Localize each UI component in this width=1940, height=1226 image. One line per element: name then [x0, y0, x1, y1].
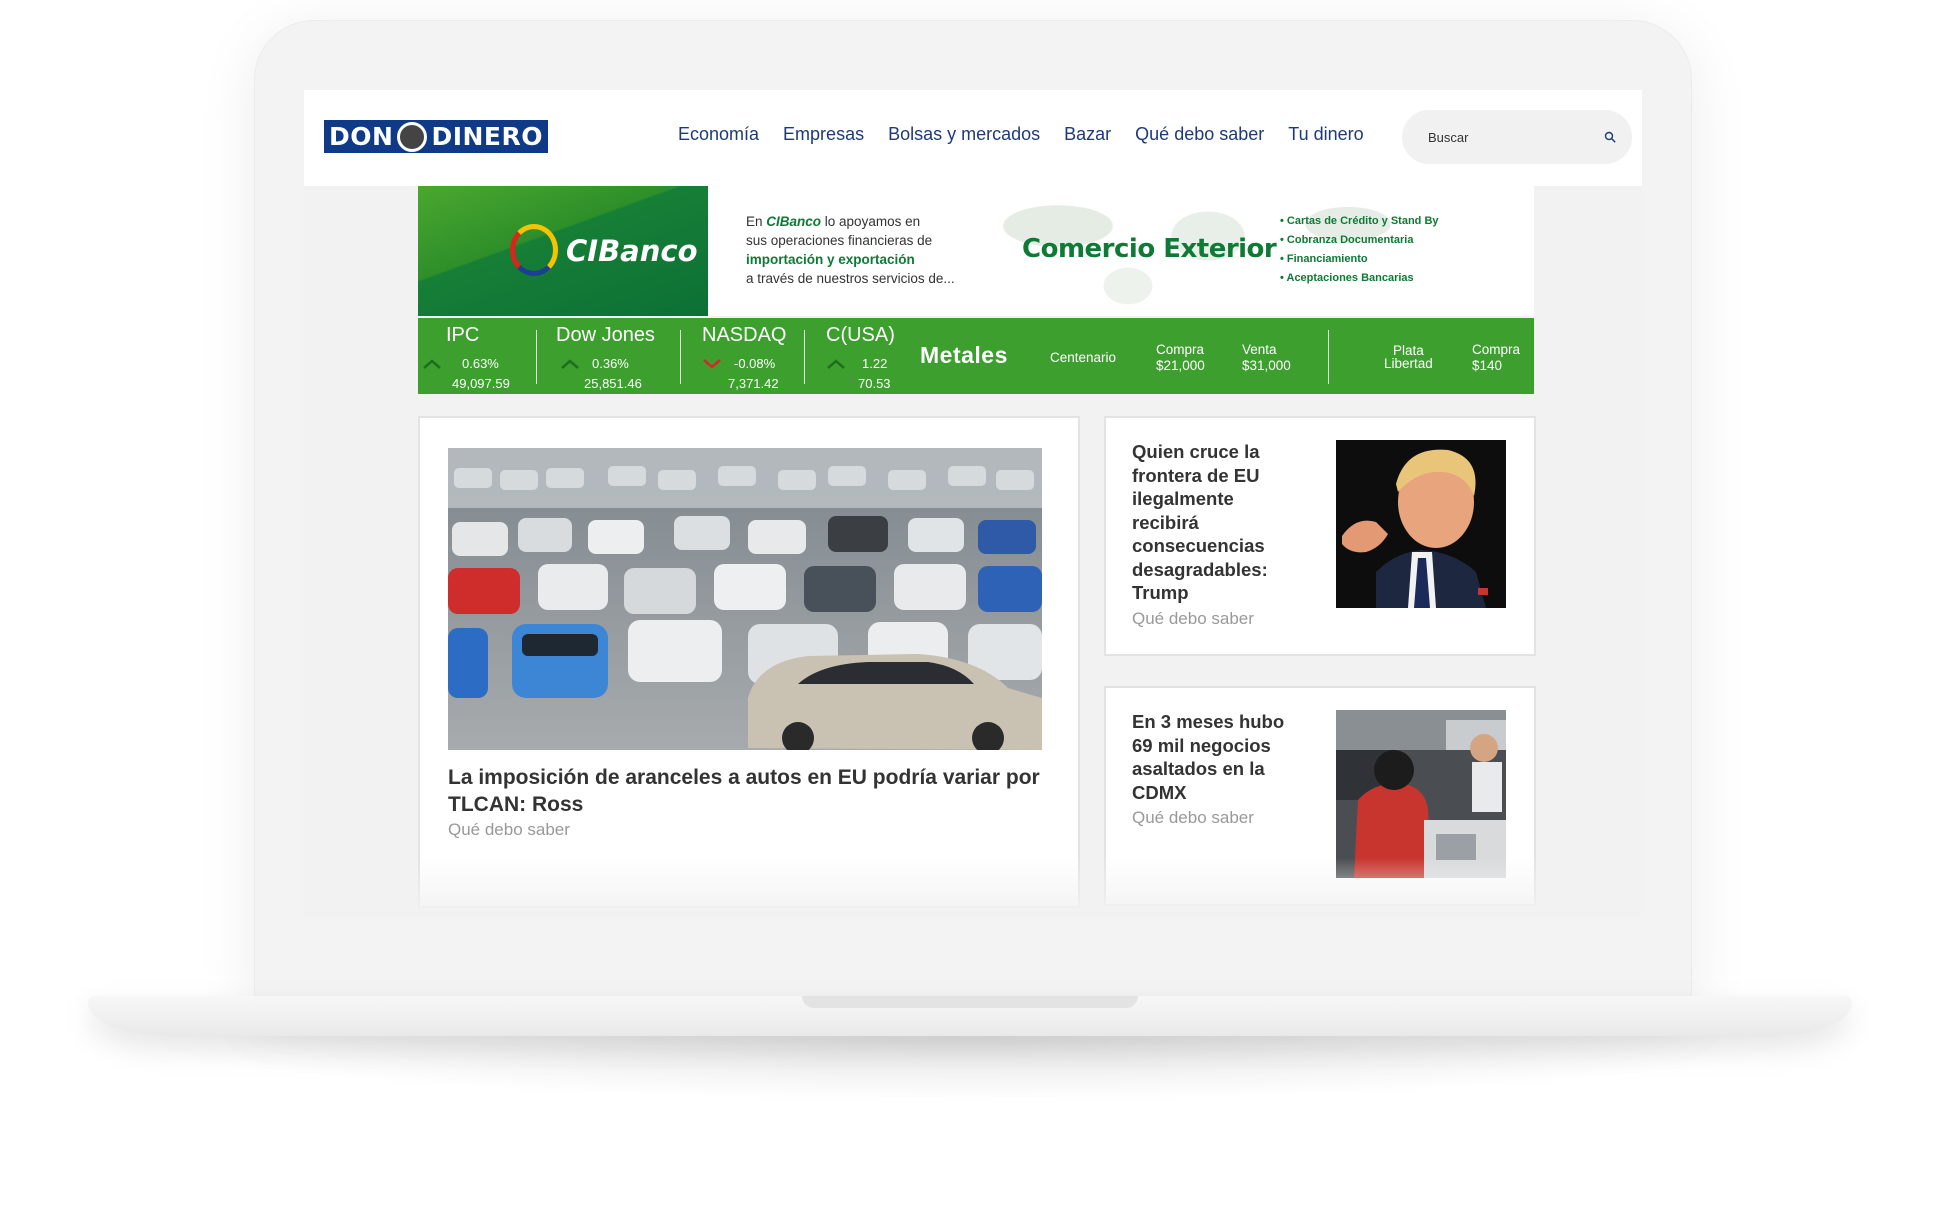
- ad-bullet: • Cobranza Documentaria: [1280, 234, 1414, 246]
- logo-text-left: DON: [329, 122, 394, 151]
- search-input[interactable]: [1428, 129, 1604, 145]
- ticker-separator: [804, 330, 805, 384]
- ad-bullet-list: • Cartas de Crédito y Stand By • Cobranz…: [1280, 212, 1439, 288]
- ticker-name: Dow Jones: [556, 324, 655, 346]
- metal-line: Libertad: [1384, 356, 1433, 371]
- ticker-separator: [680, 330, 681, 384]
- ad-copy-line-2: sus operaciones financieras de: [746, 233, 933, 248]
- side-article-title[interactable]: Quien cruce la frontera de EU ilegalment…: [1132, 440, 1302, 605]
- ad-headline: Comercio Exterior: [1022, 234, 1277, 264]
- featured-article-title[interactable]: La imposición de aranceles a autos en EU…: [448, 764, 1048, 818]
- side-article-section[interactable]: Qué debo saber: [1132, 808, 1302, 828]
- side-article-text: Quien cruce la frontera de EU ilegalment…: [1132, 440, 1302, 629]
- metal-line: $31,000: [1242, 358, 1291, 373]
- featured-article-card[interactable]: La imposición de aranceles a autos en EU…: [418, 416, 1080, 908]
- site-header: DON DINERO Economía Empresas Bolsas y me…: [304, 90, 1642, 186]
- ad-copy-pre: En: [746, 214, 767, 229]
- metales-label: Metales: [920, 342, 1008, 368]
- laptop-screen: DON DINERO Economía Empresas Bolsas y me…: [304, 90, 1642, 918]
- nav-item-que-debo-saber[interactable]: Qué debo saber: [1135, 124, 1264, 145]
- ticker-cusa[interactable]: C(USA) 1.22 70.53: [812, 318, 912, 394]
- ad-bullet: • Financiamiento: [1280, 253, 1368, 265]
- nav-item-economia[interactable]: Economía: [678, 124, 759, 145]
- ad-brand-block: CIBanco: [418, 186, 708, 316]
- ticker-separator: [1328, 330, 1329, 384]
- metal-line: Compra: [1472, 342, 1521, 357]
- logo-text-right: DINERO: [431, 122, 543, 151]
- ticker-value: 70.53: [858, 376, 891, 391]
- metal-plata-compra[interactable]: Compra $140: [1472, 342, 1520, 374]
- ticker-separator: [536, 330, 537, 384]
- shop-counter-photo[interactable]: [1336, 710, 1506, 878]
- shop-counter-image: [1336, 710, 1506, 878]
- ticker-ipc[interactable]: IPC 0.63% 49,097.59: [418, 318, 530, 394]
- ad-banner[interactable]: CIBanco En CIBanco lo apoyamos en sus op…: [418, 186, 1534, 316]
- cibanco-ring-icon: [510, 224, 558, 276]
- laptop-notch: [802, 996, 1138, 1008]
- ticker-change: 0.63%: [462, 356, 499, 371]
- metal-line: Venta: [1242, 342, 1277, 357]
- arrow-up-icon: [561, 359, 579, 369]
- metal-line: Compra: [1156, 342, 1205, 357]
- parked-cars-image: [448, 448, 1042, 750]
- ad-copy-line-3: importación y exportación: [746, 252, 915, 267]
- ticker-value: 7,371.42: [728, 376, 779, 391]
- nav-item-empresas[interactable]: Empresas: [783, 124, 864, 145]
- pointing-man-photo[interactable]: [1336, 440, 1506, 608]
- ticker-name: NASDAQ: [702, 324, 787, 346]
- ticker-change: 1.22: [862, 356, 888, 371]
- metal-line: Centenario: [1050, 350, 1117, 365]
- metal-compra[interactable]: Compra $21,000: [1156, 342, 1205, 374]
- arrow-up-icon: [423, 359, 441, 369]
- ad-copy-line-1: En CIBanco lo apoyamos en: [746, 212, 996, 231]
- site-logo[interactable]: DON DINERO: [324, 120, 548, 153]
- arrow-down-icon: [703, 359, 721, 369]
- ad-copy: En CIBanco lo apoyamos en sus operacione…: [746, 212, 996, 288]
- nav-item-bazar[interactable]: Bazar: [1064, 124, 1111, 145]
- ad-brand-name: CIBanco: [566, 234, 698, 268]
- arrow-up-icon: [827, 359, 845, 369]
- ad-copy-line-4: a través de nuestros servicios de...: [746, 271, 955, 286]
- ticker-value: 25,851.46: [584, 376, 642, 391]
- side-article-title[interactable]: En 3 meses hubo 69 mil negocios asaltado…: [1132, 710, 1302, 804]
- side-article-text: En 3 meses hubo 69 mil negocios asaltado…: [1132, 710, 1302, 828]
- ad-copy-brand: CIBanco: [766, 214, 822, 229]
- search-box: [1402, 110, 1632, 164]
- logo-coin-icon: [397, 121, 428, 152]
- main-nav: Economía Empresas Bolsas y mercados Baza…: [678, 124, 1388, 145]
- parked-cars-photo[interactable]: [448, 448, 1042, 750]
- nav-item-bolsas[interactable]: Bolsas y mercados: [888, 124, 1040, 145]
- search-icon[interactable]: [1604, 126, 1616, 148]
- metal-line: $21,000: [1156, 358, 1205, 373]
- ticker-dow-jones[interactable]: Dow Jones 0.36% 25,851.46: [544, 318, 676, 394]
- metal-venta[interactable]: Venta $31,000: [1242, 342, 1291, 374]
- ticker-change: -0.08%: [734, 356, 776, 371]
- ticker-name: C(USA): [826, 324, 895, 346]
- metal-plata-libertad[interactable]: Plata Libertad: [1384, 344, 1433, 371]
- ticker-change: 0.36%: [592, 356, 629, 371]
- nav-item-tu-dinero[interactable]: Tu dinero: [1288, 124, 1363, 145]
- market-ticker: IPC 0.63% 49,097.59 Dow Jones 0.36% 25,8…: [418, 318, 1534, 394]
- featured-article-section[interactable]: Qué debo saber: [448, 820, 570, 840]
- ticker-value: 49,097.59: [452, 376, 510, 391]
- side-article-section[interactable]: Qué debo saber: [1132, 609, 1302, 629]
- screen-fade: [304, 858, 1642, 918]
- side-article-card[interactable]: Quien cruce la frontera de EU ilegalment…: [1104, 416, 1536, 656]
- ticker-nasdaq[interactable]: NASDAQ -0.08% 7,371.42: [688, 318, 806, 394]
- pointing-man-image: [1336, 440, 1506, 608]
- ad-bullet: • Cartas de Crédito y Stand By: [1280, 215, 1439, 227]
- metal-line: $140: [1472, 358, 1503, 373]
- ad-copy-post: lo apoyamos en: [821, 214, 921, 229]
- ticker-name: IPC: [446, 324, 480, 346]
- ad-bullet: • Aceptaciones Bancarias: [1280, 272, 1414, 284]
- metal-centenario[interactable]: Centenario: [1050, 350, 1116, 366]
